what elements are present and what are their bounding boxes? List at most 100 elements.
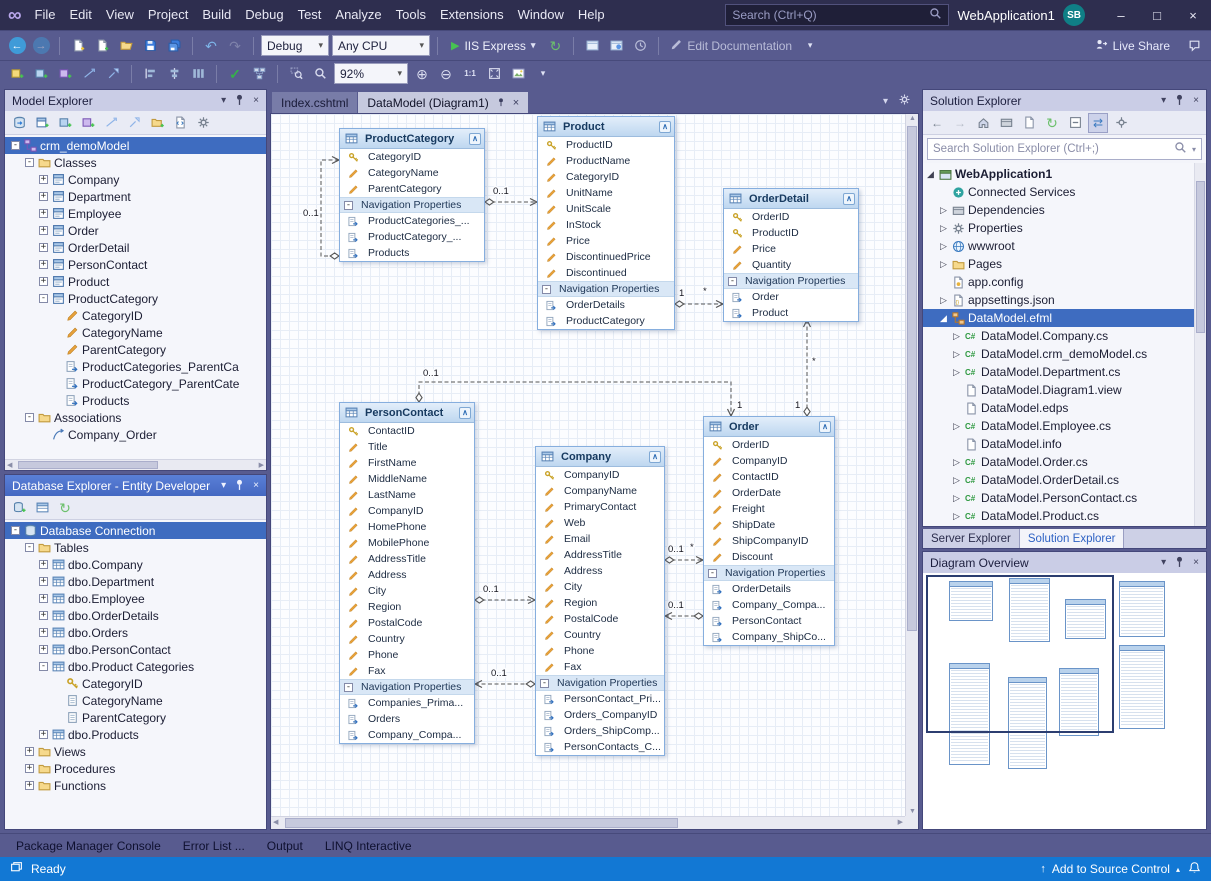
refresh-icon[interactable]: ↻	[55, 498, 75, 518]
entity-field[interactable]: Email	[536, 531, 664, 547]
expand-toggle[interactable]: ▷	[953, 457, 965, 468]
entity-navigation-property[interactable]: Product	[724, 305, 858, 321]
horizontal-scrollbar[interactable]: ◀▶	[5, 459, 266, 470]
expand-toggle[interactable]: +	[39, 192, 48, 201]
align-left-icon[interactable]	[139, 63, 161, 85]
entity-field[interactable]: OrderID	[724, 209, 858, 225]
solution-platforms-dropdown[interactable]: Any CPU▾	[332, 35, 430, 56]
menu-project[interactable]: Project	[141, 0, 195, 30]
navigation-properties-header[interactable]: -Navigation Properties	[536, 675, 664, 691]
entity-field[interactable]: Quantity	[724, 257, 858, 273]
tree-item-datamodel-orderdetail-cs[interactable]: ▷C#DataModel.OrderDetail.cs	[923, 471, 1206, 489]
tree-item-app-config[interactable]: app.config	[923, 273, 1206, 291]
entity-navigation-property[interactable]: Products	[340, 245, 484, 261]
solution-explorer-titlebar[interactable]: Solution Explorer ▾ ×	[923, 90, 1206, 111]
entity-navigation-property[interactable]: OrderDetails	[704, 581, 834, 597]
tree-item-appsettings-json[interactable]: ▷{}appsettings.json	[923, 291, 1206, 309]
tree-item-datamodel-order-cs[interactable]: ▷C#DataModel.Order.cs	[923, 453, 1206, 471]
tree-item-datamodel-department-cs[interactable]: ▷C#DataModel.Department.cs	[923, 363, 1206, 381]
add-folder-icon[interactable]	[147, 113, 167, 133]
add-entity-icon[interactable]	[6, 63, 28, 85]
nav-back-icon[interactable]: ←	[6, 35, 28, 57]
expand-toggle[interactable]: +	[39, 260, 48, 269]
entity-field[interactable]: Phone	[536, 643, 664, 659]
entity-navigation-property[interactable]: Company_Compa...	[340, 727, 474, 743]
chevron-down-icon[interactable]: ▾	[1192, 145, 1196, 154]
generate-code-icon[interactable]	[170, 113, 190, 133]
tree-item-datamodel-company-cs[interactable]: ▷C#DataModel.Company.cs	[923, 327, 1206, 345]
window-position-icon[interactable]: ▾	[1161, 557, 1166, 568]
entity-field[interactable]: ShipDate	[704, 517, 834, 533]
database-explorer-titlebar[interactable]: Database Explorer - Entity Developer ▾ ×	[5, 475, 266, 496]
tree-item-datamodel-diagram1-view[interactable]: DataModel.Diagram1.view	[923, 381, 1206, 399]
entity-field[interactable]: ContactID	[704, 469, 834, 485]
tree-item-database-connection[interactable]: -Database Connection	[5, 522, 266, 539]
collapse-entity-button[interactable]: ∧	[659, 121, 671, 133]
menu-tools[interactable]: Tools	[389, 0, 433, 30]
entity-field[interactable]: CategoryName	[340, 165, 484, 181]
save-all-icon[interactable]	[163, 35, 185, 57]
tree-item-datamodel-employee-cs[interactable]: ▷C#DataModel.Employee.cs	[923, 417, 1206, 435]
toolbar-overflow-icon[interactable]: ▾	[799, 35, 821, 57]
feedback-icon[interactable]	[1183, 35, 1205, 57]
expand-toggle[interactable]: ▷	[940, 295, 952, 306]
tree-item-webapplication1[interactable]: ◢WebApplication1	[923, 165, 1206, 183]
collapse-toggle[interactable]: -	[39, 294, 48, 303]
expand-toggle[interactable]: ▷	[953, 511, 965, 522]
export-image-icon[interactable]	[507, 63, 529, 85]
add-class-icon[interactable]	[32, 113, 52, 133]
navigation-properties-header[interactable]: -Navigation Properties	[704, 565, 834, 581]
tree-item-productcategories-parentca[interactable]: ProductCategories_ParentCa	[5, 358, 266, 375]
entity-field[interactable]: ShipCompanyID	[704, 533, 834, 549]
entity-field[interactable]: DiscontinuedPrice	[538, 249, 674, 265]
tree-item-functions[interactable]: +Functions	[5, 777, 266, 794]
forward-icon[interactable]: →	[950, 113, 970, 133]
tree-item-personcontact[interactable]: +PersonContact	[5, 256, 266, 273]
entity-header[interactable]: OrderDetail∧	[724, 189, 858, 209]
tree-item-orderdetail[interactable]: +OrderDetail	[5, 239, 266, 256]
menu-window[interactable]: Window	[511, 0, 571, 30]
tree-item-datamodel-crm-demomodel-cs[interactable]: ▷C#DataModel.crm_demoModel.cs	[923, 345, 1206, 363]
tree-item-company[interactable]: +Company	[5, 171, 266, 188]
zoom-selection-icon[interactable]	[309, 63, 331, 85]
bottom-tab-linq-interactive[interactable]: LINQ Interactive	[315, 834, 422, 857]
overview-viewport[interactable]	[926, 575, 1114, 733]
entity-field[interactable]: CategoryID	[340, 149, 484, 165]
tree-item-categoryid[interactable]: CategoryID	[5, 307, 266, 324]
tree-item-datamodel-info[interactable]: DataModel.info	[923, 435, 1206, 453]
add-item-icon[interactable]	[91, 35, 113, 57]
horizontal-scrollbar[interactable]: ◀▶	[271, 816, 905, 829]
tree-item-associations[interactable]: -Associations	[5, 409, 266, 426]
expand-toggle[interactable]: +	[39, 611, 48, 620]
document-tab-index-cshtml[interactable]: Index.cshtml	[272, 92, 357, 113]
entity-company[interactable]: Company∧CompanyIDCompanyNamePrimaryConta…	[535, 446, 665, 756]
pin-icon[interactable]	[1173, 93, 1186, 109]
entity-field[interactable]: Web	[536, 515, 664, 531]
collapse-toggle[interactable]: -	[542, 285, 551, 294]
entity-field[interactable]: Address	[536, 563, 664, 579]
start-debugging-button[interactable]: ▶ IIS Express▾	[445, 39, 541, 53]
window-position-icon[interactable]: ▾	[221, 95, 226, 106]
entity-field[interactable]: CategoryID	[538, 169, 674, 185]
tree-item-datamodel-product-cs[interactable]: ▷C#DataModel.Product.cs	[923, 507, 1206, 525]
close-icon[interactable]: ×	[1193, 95, 1199, 106]
maximize-button[interactable]: □	[1139, 0, 1175, 30]
entity-personcontact[interactable]: PersonContact∧ContactIDTitleFirstNameMid…	[339, 402, 475, 744]
entity-header[interactable]: PersonContact∧	[340, 403, 474, 423]
entity-field[interactable]: FirstName	[340, 455, 474, 471]
validate-model-icon[interactable]: ✓	[224, 63, 246, 85]
expand-toggle[interactable]: +	[39, 243, 48, 252]
expand-toggle[interactable]: +	[39, 577, 48, 586]
entity-navigation-property[interactable]: ProductCategory	[538, 313, 674, 329]
entity-navigation-property[interactable]: Orders	[340, 711, 474, 727]
close-icon[interactable]: ×	[253, 95, 259, 106]
vertical-scrollbar[interactable]: ▲▼	[905, 114, 918, 816]
diagram-overview-titlebar[interactable]: Diagram Overview ▾ ×	[923, 552, 1206, 573]
quick-search-input[interactable]: Search (Ctrl+Q)	[725, 4, 949, 26]
entity-navigation-property[interactable]: Company_ShipCo...	[704, 629, 834, 645]
tree-item-products[interactable]: Products	[5, 392, 266, 409]
tree-item-dbo-orderdetails[interactable]: +dbo.OrderDetails	[5, 607, 266, 624]
entity-field[interactable]: ProductID	[538, 137, 674, 153]
expand-toggle[interactable]: ▷	[953, 475, 965, 486]
navigation-properties-header[interactable]: -Navigation Properties	[340, 679, 474, 695]
